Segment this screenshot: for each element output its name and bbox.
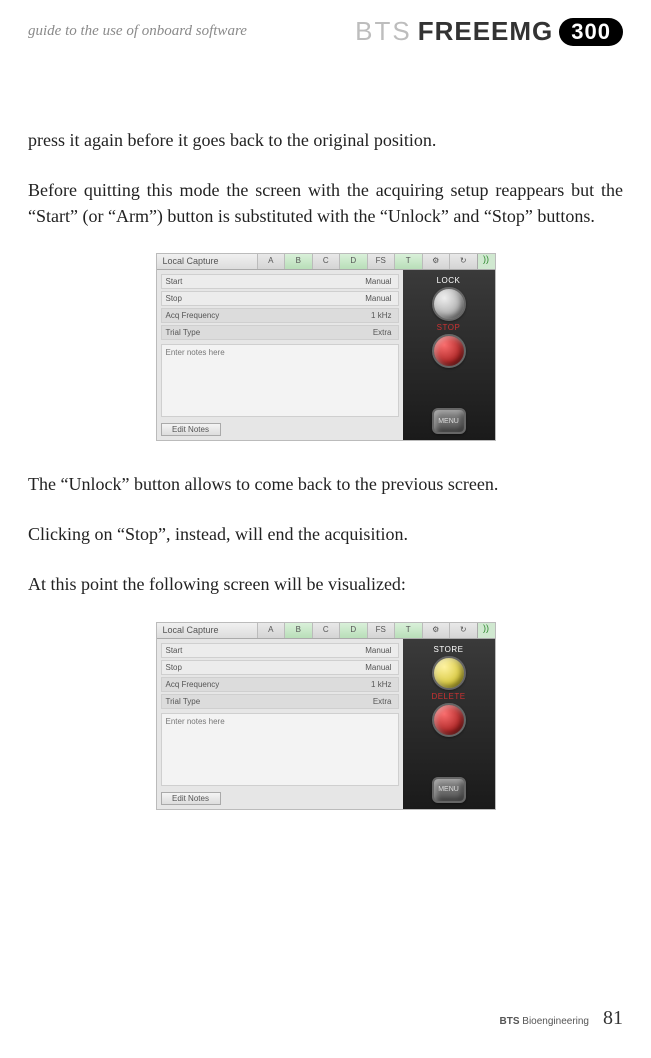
brand-block: BTS FREEEMG 300: [355, 16, 623, 47]
brand-badge: 300: [559, 18, 623, 46]
ui-tab[interactable]: ⚙: [422, 254, 450, 269]
row-label: Acq Frequency: [162, 678, 366, 691]
ui-tab[interactable]: ↻: [449, 254, 477, 269]
ui-button-column: STORE DELETE MENU: [403, 639, 495, 809]
row-value: Manual: [359, 644, 397, 657]
row-value: Manual: [359, 661, 397, 674]
ui-notes-area[interactable]: Enter notes here: [161, 713, 399, 786]
row-value: Manual: [359, 292, 397, 305]
embedded-ui-store-delete: Local Capture A B C D FS T ⚙ ↻ )) Start …: [156, 622, 496, 810]
ui-tab[interactable]: D: [339, 254, 367, 269]
row-label: Acq Frequency: [162, 309, 366, 322]
row-value: Extra: [367, 695, 398, 708]
ui-row-start: Start Manual: [161, 274, 399, 289]
ui-tabstrip: A B C D FS T ⚙ ↻: [257, 623, 477, 638]
menu-button[interactable]: MENU: [432, 408, 466, 434]
ui-notes-area[interactable]: Enter notes here: [161, 344, 399, 417]
ui-row-trial: Trial Type Extra: [161, 325, 399, 340]
ui-row-freq: Acq Frequency 1 kHz: [161, 677, 399, 692]
ui-row-freq: Acq Frequency 1 kHz: [161, 308, 399, 323]
menu-button[interactable]: MENU: [432, 777, 466, 803]
ui-row-stop: Stop Manual: [161, 291, 399, 306]
ui-tab[interactable]: C: [312, 254, 340, 269]
store-button[interactable]: [432, 656, 466, 690]
ui-titlebar: Local Capture A B C D FS T ⚙ ↻ )): [157, 254, 495, 270]
row-label: Start: [162, 644, 360, 657]
footer-company-rest: Bioengineering: [520, 1016, 590, 1027]
paragraph: Before quitting this mode the screen wit…: [28, 177, 623, 229]
ui-tab[interactable]: FS: [367, 623, 395, 638]
footer-company: BTS Bioengineering: [500, 1016, 590, 1027]
row-label: Trial Type: [162, 326, 367, 339]
row-label: Trial Type: [162, 695, 367, 708]
row-value: Extra: [367, 326, 398, 339]
ui-settings-panel: Start Manual Stop Manual Acq Frequency 1…: [157, 639, 403, 809]
row-label: Start: [162, 275, 360, 288]
brand-freeemg: FREEEMG: [418, 16, 554, 47]
row-value: Manual: [359, 275, 397, 288]
row-label: Stop: [162, 661, 360, 674]
ui-row-stop: Stop Manual: [161, 660, 399, 675]
ui-tab[interactable]: FS: [367, 254, 395, 269]
lock-label: LOCK: [437, 276, 461, 285]
ui-titlebar: Local Capture A B C D FS T ⚙ ↻ )): [157, 623, 495, 639]
body-text: press it again before it goes back to th…: [28, 127, 623, 810]
ui-tab[interactable]: ↻: [449, 623, 477, 638]
edit-notes-button[interactable]: Edit Notes: [161, 423, 221, 436]
paragraph: The “Unlock” button allows to come back …: [28, 471, 623, 497]
ui-tab[interactable]: A: [257, 623, 285, 638]
paragraph: press it again before it goes back to th…: [28, 127, 623, 153]
stop-button[interactable]: [432, 334, 466, 368]
footer-company-bold: BTS: [500, 1016, 520, 1027]
ui-tab[interactable]: ⚙: [422, 623, 450, 638]
paragraph: Clicking on “Stop”, instead, will end th…: [28, 521, 623, 547]
wifi-icon: )): [477, 623, 495, 638]
ui-tab[interactable]: B: [284, 623, 312, 638]
ui-tab[interactable]: T: [394, 623, 422, 638]
page-header: guide to the use of onboard software BTS…: [28, 16, 623, 47]
ui-tab[interactable]: C: [312, 623, 340, 638]
embedded-ui-lock-stop: Local Capture A B C D FS T ⚙ ↻ )) Start …: [156, 253, 496, 441]
lock-button[interactable]: [432, 287, 466, 321]
ui-tabstrip: A B C D FS T ⚙ ↻: [257, 254, 477, 269]
row-label: Stop: [162, 292, 360, 305]
ui-window-title: Local Capture: [157, 623, 257, 638]
row-value: 1 kHz: [365, 678, 397, 691]
delete-button[interactable]: [432, 703, 466, 737]
ui-tab[interactable]: A: [257, 254, 285, 269]
ui-tab[interactable]: D: [339, 623, 367, 638]
paragraph: At this point the following screen will …: [28, 571, 623, 597]
section-title: guide to the use of onboard software: [28, 23, 247, 40]
delete-label: DELETE: [431, 692, 465, 701]
ui-window-title: Local Capture: [157, 254, 257, 269]
ui-tab[interactable]: B: [284, 254, 312, 269]
store-label: STORE: [434, 645, 464, 654]
ui-row-trial: Trial Type Extra: [161, 694, 399, 709]
brand-bts: BTS: [355, 16, 412, 47]
page-number: 81: [603, 1007, 623, 1030]
ui-settings-panel: Start Manual Stop Manual Acq Frequency 1…: [157, 270, 403, 440]
page-footer: BTS Bioengineering 81: [500, 1007, 624, 1030]
row-value: 1 kHz: [365, 309, 397, 322]
edit-notes-button[interactable]: Edit Notes: [161, 792, 221, 805]
ui-tab[interactable]: T: [394, 254, 422, 269]
wifi-icon: )): [477, 254, 495, 269]
stop-label: STOP: [437, 323, 461, 332]
ui-button-column: LOCK STOP MENU: [403, 270, 495, 440]
ui-row-start: Start Manual: [161, 643, 399, 658]
